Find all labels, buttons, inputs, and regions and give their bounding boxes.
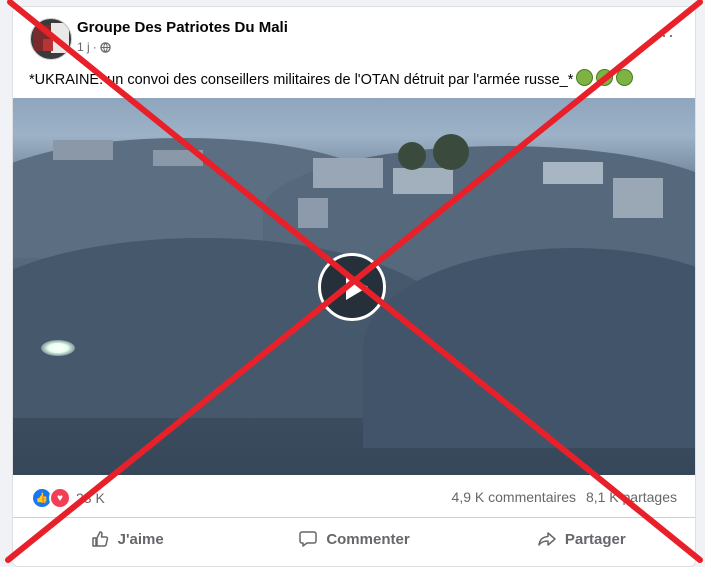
like-label: J'aime: [117, 530, 164, 548]
play-button[interactable]: [318, 253, 386, 321]
post-card: Groupe Des Patriotes Du Mali 1 j · ··· *…: [12, 6, 696, 567]
comment-icon: [299, 531, 318, 547]
share-arrow-icon: [538, 532, 556, 546]
post-text: *UKRAINE: un convoi des conseillers mili…: [29, 69, 634, 88]
comment-label: Commenter: [326, 530, 410, 548]
emoji-icon: [576, 69, 594, 86]
meta-separator: ·: [92, 40, 97, 54]
explosion-flash: [41, 340, 75, 356]
video-player[interactable]: [13, 98, 695, 475]
share-button[interactable]: Partager: [468, 519, 695, 559]
share-label: Partager: [564, 530, 626, 548]
emoji-icon: [616, 69, 634, 86]
emoji-icon: [596, 69, 614, 86]
post-stats: 👍 ♥ 23 K 4,9 K commentaires 8,1 K partag…: [13, 477, 695, 518]
reactions-summary[interactable]: 👍 ♥ 23 K: [31, 487, 105, 509]
thumbs-up-icon: [91, 531, 108, 547]
more-options-icon[interactable]: ···: [654, 25, 675, 46]
post-actions: J'aime Commenter Partager: [13, 519, 695, 559]
page-name-link[interactable]: Groupe Des Patriotes Du Mali: [77, 19, 288, 36]
post-meta: 1 j ·: [77, 40, 111, 54]
comment-button[interactable]: Commenter: [240, 519, 467, 559]
reactions-count: 23 K: [76, 490, 105, 506]
like-button[interactable]: J'aime: [13, 519, 240, 559]
engagement-counts: 4,9 K commentaires 8,1 K partages: [452, 489, 677, 505]
comments-count-link[interactable]: 4,9 K commentaires: [452, 489, 577, 505]
page-avatar[interactable]: [30, 18, 72, 60]
post-time[interactable]: 1 j: [77, 40, 90, 54]
shares-count-link[interactable]: 8,1 K partages: [586, 489, 677, 505]
love-reaction-icon: ♥: [49, 487, 71, 509]
post-text-content: *UKRAINE: un convoi des conseillers mili…: [29, 72, 574, 88]
globe-icon: [99, 41, 111, 53]
